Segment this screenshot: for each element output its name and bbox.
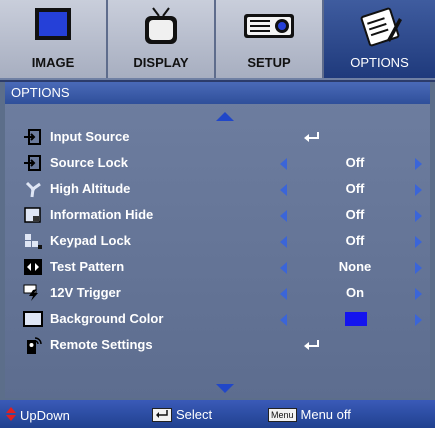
menu-item-label: Test Pattern [50, 259, 125, 274]
notepad-icon [357, 6, 403, 53]
tab-bar: IMAGE DISPLAY SETUP OPTIONS [0, 0, 435, 82]
source-lock-icon [23, 154, 43, 172]
right-arrow-icon[interactable] [415, 314, 422, 326]
left-arrow-icon[interactable] [280, 262, 287, 274]
menu-item-background-color[interactable]: Background Color [5, 306, 430, 332]
menu-item-label: Source Lock [50, 155, 129, 170]
menu-item-value: Off [345, 155, 365, 170]
right-arrow-icon[interactable] [415, 158, 422, 170]
updown-arrows-icon [6, 407, 16, 424]
menu-item-information-hide[interactable]: Information Hide Off [5, 202, 430, 228]
menu-item-label: Keypad Lock [50, 233, 131, 248]
select-hint: Select [152, 407, 212, 422]
enter-icon[interactable] [303, 130, 321, 148]
color-swatch [345, 312, 367, 326]
test-pattern-icon [23, 258, 43, 276]
left-arrow-icon[interactable] [280, 236, 287, 248]
menu-item-12v-trigger[interactable]: 12V Trigger On [5, 280, 430, 306]
right-arrow-icon[interactable] [415, 262, 422, 274]
right-arrow-icon[interactable] [415, 236, 422, 248]
enter-icon[interactable] [303, 338, 321, 356]
menu-item-value: Off [345, 233, 365, 248]
menu-item-remote-settings[interactable]: Remote Settings [5, 332, 430, 358]
info-hide-icon [23, 206, 43, 224]
select-label: Select [176, 407, 213, 422]
scroll-up-arrow-icon[interactable] [216, 112, 234, 121]
background-color-icon [23, 310, 43, 328]
menu-item-value: None [338, 259, 372, 274]
monitor-icon [31, 6, 75, 51]
tab-image[interactable]: IMAGE [0, 0, 108, 78]
menu-item-label: 12V Trigger [50, 285, 121, 300]
menu-item-value: Off [345, 207, 365, 222]
right-arrow-icon[interactable] [415, 210, 422, 222]
tab-label: DISPLAY [133, 55, 189, 70]
remote-icon [23, 336, 43, 354]
left-arrow-icon[interactable] [280, 314, 287, 326]
tab-options[interactable]: OPTIONS [324, 0, 435, 78]
tv-icon [139, 6, 183, 53]
menu-item-label: Input Source [50, 129, 130, 144]
left-arrow-icon[interactable] [280, 184, 287, 196]
right-arrow-icon[interactable] [415, 288, 422, 300]
input-source-icon [23, 128, 43, 146]
menu-item-label: Remote Settings [50, 337, 153, 352]
right-arrow-icon[interactable] [415, 184, 422, 196]
tab-setup[interactable]: SETUP [216, 0, 324, 78]
menu-off-hint: Menu Menu off [268, 407, 351, 422]
menu-off-label: Menu off [300, 407, 351, 422]
menu-item-input-source[interactable]: Input Source [5, 124, 430, 150]
menu-item-test-pattern[interactable]: Test Pattern None [5, 254, 430, 280]
options-panel: OPTIONS Input Source Source Lock Off Hig… [5, 82, 430, 398]
fan-icon [23, 180, 43, 198]
left-arrow-icon[interactable] [280, 210, 287, 222]
enter-key-icon [152, 407, 172, 422]
menu-item-label: Information Hide [50, 207, 154, 222]
menu-item-value: On [345, 285, 365, 300]
keypad-icon [23, 232, 43, 250]
tab-label: SETUP [247, 55, 291, 70]
tab-display[interactable]: DISPLAY [108, 0, 216, 78]
menu-item-label: Background Color [50, 311, 164, 326]
trigger-12v-icon [23, 284, 43, 302]
menu-item-source-lock[interactable]: Source Lock Off [5, 150, 430, 176]
updown-label: UpDown [20, 408, 70, 423]
tab-label: IMAGE [31, 55, 75, 70]
menu-item-value: Off [345, 181, 365, 196]
menu-item-label: High Altitude [50, 181, 131, 196]
projector-icon [242, 6, 296, 51]
left-arrow-icon[interactable] [280, 288, 287, 300]
updown-hint: UpDown [6, 407, 70, 424]
left-arrow-icon[interactable] [280, 158, 287, 170]
menu-item-keypad-lock[interactable]: Keypad Lock Off [5, 228, 430, 254]
panel-title: OPTIONS [5, 82, 430, 104]
menu-item-high-altitude[interactable]: High Altitude Off [5, 176, 430, 202]
menu-key-icon: Menu [268, 407, 297, 422]
scroll-down-arrow-icon[interactable] [216, 384, 234, 393]
tab-label: OPTIONS [350, 55, 409, 70]
footer-help-bar: UpDown Select Menu Menu off [0, 400, 435, 428]
